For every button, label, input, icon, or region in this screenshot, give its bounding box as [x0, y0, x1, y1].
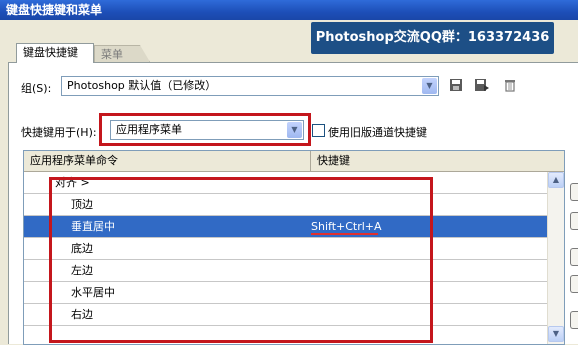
side-button[interactable] [570, 275, 578, 293]
set-select-value: Photoshop 默认值（已修改） [67, 79, 217, 92]
table-row[interactable]: 顶边 [24, 194, 547, 216]
shortcuts-for-label: 快捷键用于(H): [21, 126, 97, 139]
side-button[interactable] [570, 183, 578, 201]
row-command: 垂直居中 [71, 220, 115, 233]
table-header: 应用程序菜单命令 快捷键 [24, 151, 564, 172]
save-set-icon[interactable] [448, 78, 464, 94]
window-title: 键盘快捷键和菜单 [0, 0, 578, 20]
row-command: 顶边 [71, 198, 93, 211]
scroll-down-icon[interactable]: ▼ [548, 326, 564, 342]
table-row[interactable]: 右边 [24, 304, 547, 326]
set-select[interactable]: Photoshop 默认值（已修改） ▼ [61, 76, 439, 96]
side-button[interactable] [570, 311, 578, 329]
side-button[interactable] [570, 212, 578, 230]
shortcut-table: 应用程序菜单命令 快捷键 对齐 > 顶边 垂直居中 Shift+Ctrl+A 底… [23, 150, 565, 345]
table-rows: 对齐 > 顶边 垂直居中 Shift+Ctrl+A 底边 左边 水平居中 右边 [24, 172, 547, 344]
column-header-command[interactable]: 应用程序菜单命令 [24, 151, 311, 171]
scroll-up-icon[interactable]: ▲ [548, 172, 564, 188]
column-header-shortcut[interactable]: 快捷键 [311, 151, 564, 171]
shortcut-underline [311, 233, 378, 235]
vertical-scrollbar[interactable]: ▲ ▼ [547, 172, 564, 344]
watermark-banner: Photoshop交流QQ群：163372436 [311, 22, 554, 54]
row-command: 左边 [71, 264, 93, 277]
table-row[interactable]: 底边 [24, 238, 547, 260]
row-command: 底边 [71, 242, 93, 255]
legacy-channel-label: 使用旧版通道快捷键 [328, 126, 427, 139]
dropdown-arrow-icon[interactable]: ▼ [287, 122, 302, 138]
dropdown-arrow-icon[interactable]: ▼ [422, 78, 437, 94]
legacy-channel-checkbox[interactable] [312, 124, 325, 137]
table-row-selected[interactable]: 垂直居中 Shift+Ctrl+A [24, 216, 547, 238]
set-label: 组(S): [21, 82, 52, 95]
side-button[interactable] [570, 248, 578, 266]
table-row[interactable]: 水平居中 [24, 282, 547, 304]
save-set-as-icon[interactable] [474, 78, 490, 94]
shortcuts-for-select[interactable]: 应用程序菜单 ▼ [110, 120, 304, 140]
row-command: 右边 [71, 308, 93, 321]
shortcuts-for-value: 应用程序菜单 [116, 123, 182, 136]
tab-keyboard-shortcuts[interactable]: 键盘快捷键 [16, 43, 94, 63]
delete-set-icon[interactable] [502, 78, 518, 94]
tab-menus[interactable]: 菜单 [94, 45, 150, 62]
table-row[interactable]: 左边 [24, 260, 547, 282]
table-row[interactable]: 对齐 > [24, 172, 547, 194]
row-command: 对齐 > [55, 176, 90, 189]
row-command: 水平居中 [71, 286, 115, 299]
